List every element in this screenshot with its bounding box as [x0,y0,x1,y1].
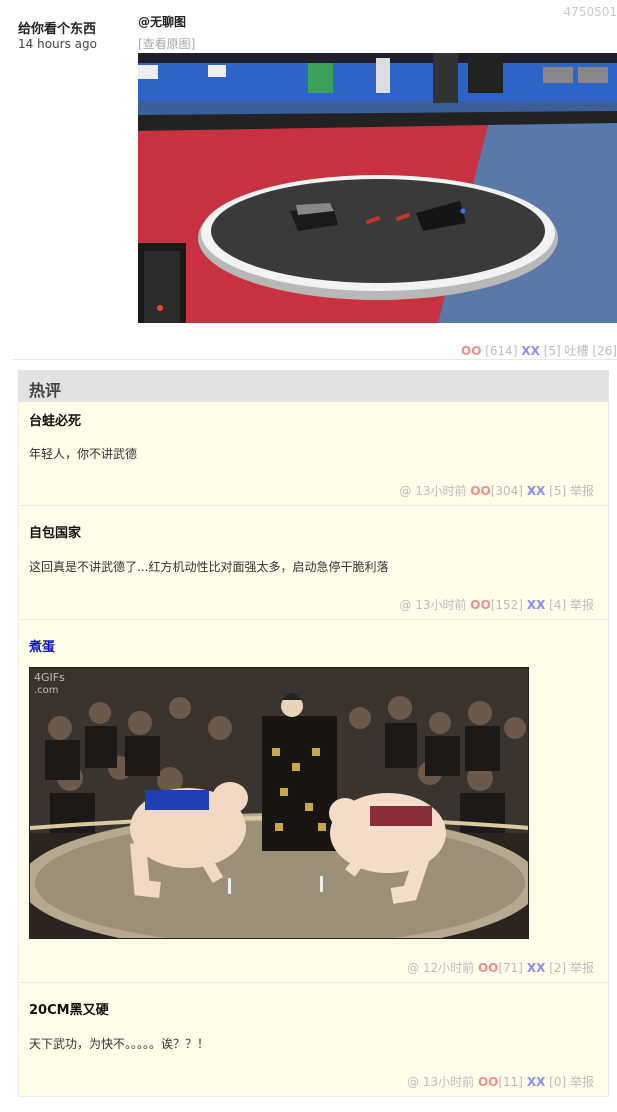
report-button[interactable]: 举报 [570,484,594,498]
report-button[interactable]: 举报 [570,961,594,975]
gif-watermark: 4GIFs [34,671,65,684]
comment-oo-button[interactable]: OO [478,961,498,975]
comment-xx-button[interactable]: XX [527,598,546,612]
post-time: 14 hours ago [18,37,97,51]
post-oo-count: [614] [485,344,518,358]
comment-xx-count: [0] [549,1075,567,1089]
comment-author: 台蛙必死 [29,414,82,429]
post-tucao-count: [26] [592,344,617,358]
comment-time: 12小时前 [422,961,475,975]
post-mention: @无聊图 [138,15,187,29]
post-author: 给你看个东西 [18,22,97,37]
comment-xx-count: [2] [549,961,567,975]
comment-meta: @ 13小时前 OO[304] XX [5] 举报 [399,482,594,499]
comment-oo-button[interactable]: OO [470,598,490,612]
comment: 自包国家 这回真是不讲武德了...红方机动性比对面强太多，启动急停干脆利落 @ … [18,506,609,620]
comment-meta: @ 12小时前 OO[71] XX [2] 举报 [407,959,594,976]
robot-sumo-image [138,53,617,323]
comment-xx-button[interactable]: XX [527,961,546,975]
comment-oo-count: [11] [498,1075,523,1089]
comment: 台蛙必死 年轻人，你不讲武德 @ 13小时前 OO[304] XX [5] 举报 [18,402,609,506]
comment-oo-count: [304] [490,484,523,498]
comment: 煮蛋 4GIFs .com @ 12小时前 OO[71] XX [2] 举报 [18,620,609,983]
comment-xx-count: [4] [549,598,567,612]
comment-oo-count: [71] [498,961,523,975]
reply-at-button[interactable]: @ [399,484,411,498]
comment-xx-count: [5] [549,484,567,498]
hot-comments: 热评 台蛙必死 年轻人，你不讲武德 @ 13小时前 OO[304] XX [5]… [18,370,609,1097]
comment-meta: @ 13小时前 OO[11] XX [0] 举报 [407,1073,594,1090]
comment-text: 这回真是不讲武德了...红方机动性比对面强太多，启动急停干脆利落 [29,560,389,574]
post-xx-button[interactable]: XX [521,344,540,358]
post-id[interactable]: 4750501 [564,5,617,19]
post-oo-button[interactable]: OO [461,344,481,358]
divider [13,359,617,360]
comment-time: 13小时前 [415,598,467,612]
reply-at-button[interactable]: @ [399,598,411,612]
comment-time: 13小时前 [415,484,467,498]
comment-xx-button[interactable]: XX [527,1075,546,1089]
comment-time: 13小时前 [422,1075,475,1089]
sumo-wrestling-gif: 4GIFs .com [30,668,528,938]
gif-watermark-suffix: .com [34,685,59,696]
post-votes: OO [614] XX [5] 吐槽 [26] [461,342,617,359]
comment-meta: @ 13小时前 OO[152] XX [4] 举报 [399,596,594,613]
comment-text: 年轻人，你不讲武德 [29,447,138,461]
comment-oo-button[interactable]: OO [470,484,490,498]
view-original-link[interactable]: [查看原图] [138,35,195,52]
comment-xx-button[interactable]: XX [527,484,546,498]
reply-at-button[interactable]: @ [407,1075,419,1089]
comment-text: 天下武功，为快不。。。。。诶？？！ [29,1037,210,1051]
reply-at-button[interactable]: @ [407,961,419,975]
post-xx-count: [5] [543,344,561,358]
comment-oo-button[interactable]: OO [478,1075,498,1089]
report-button[interactable]: 举报 [570,598,594,612]
comment: 20CM黑又硬 天下武功，为快不。。。。。诶？？！ @ 13小时前 OO[11]… [18,983,609,1097]
post-image[interactable] [138,53,617,323]
hot-comments-title: 热评 [18,370,609,402]
comment-oo-count: [152] [490,598,523,612]
post: 4750501 给你看个东西 14 hours ago @无聊图 [查看原图] [0,0,617,358]
comment-author: 20CM黑又硬 [29,1003,109,1018]
comment-gif-image[interactable]: 4GIFs .com [29,667,529,939]
post-tucao-button[interactable]: 吐槽 [565,344,589,358]
comment-author: 自包国家 [29,526,82,541]
report-button[interactable]: 举报 [570,1075,594,1089]
comment-author-link[interactable]: 煮蛋 [29,636,55,655]
